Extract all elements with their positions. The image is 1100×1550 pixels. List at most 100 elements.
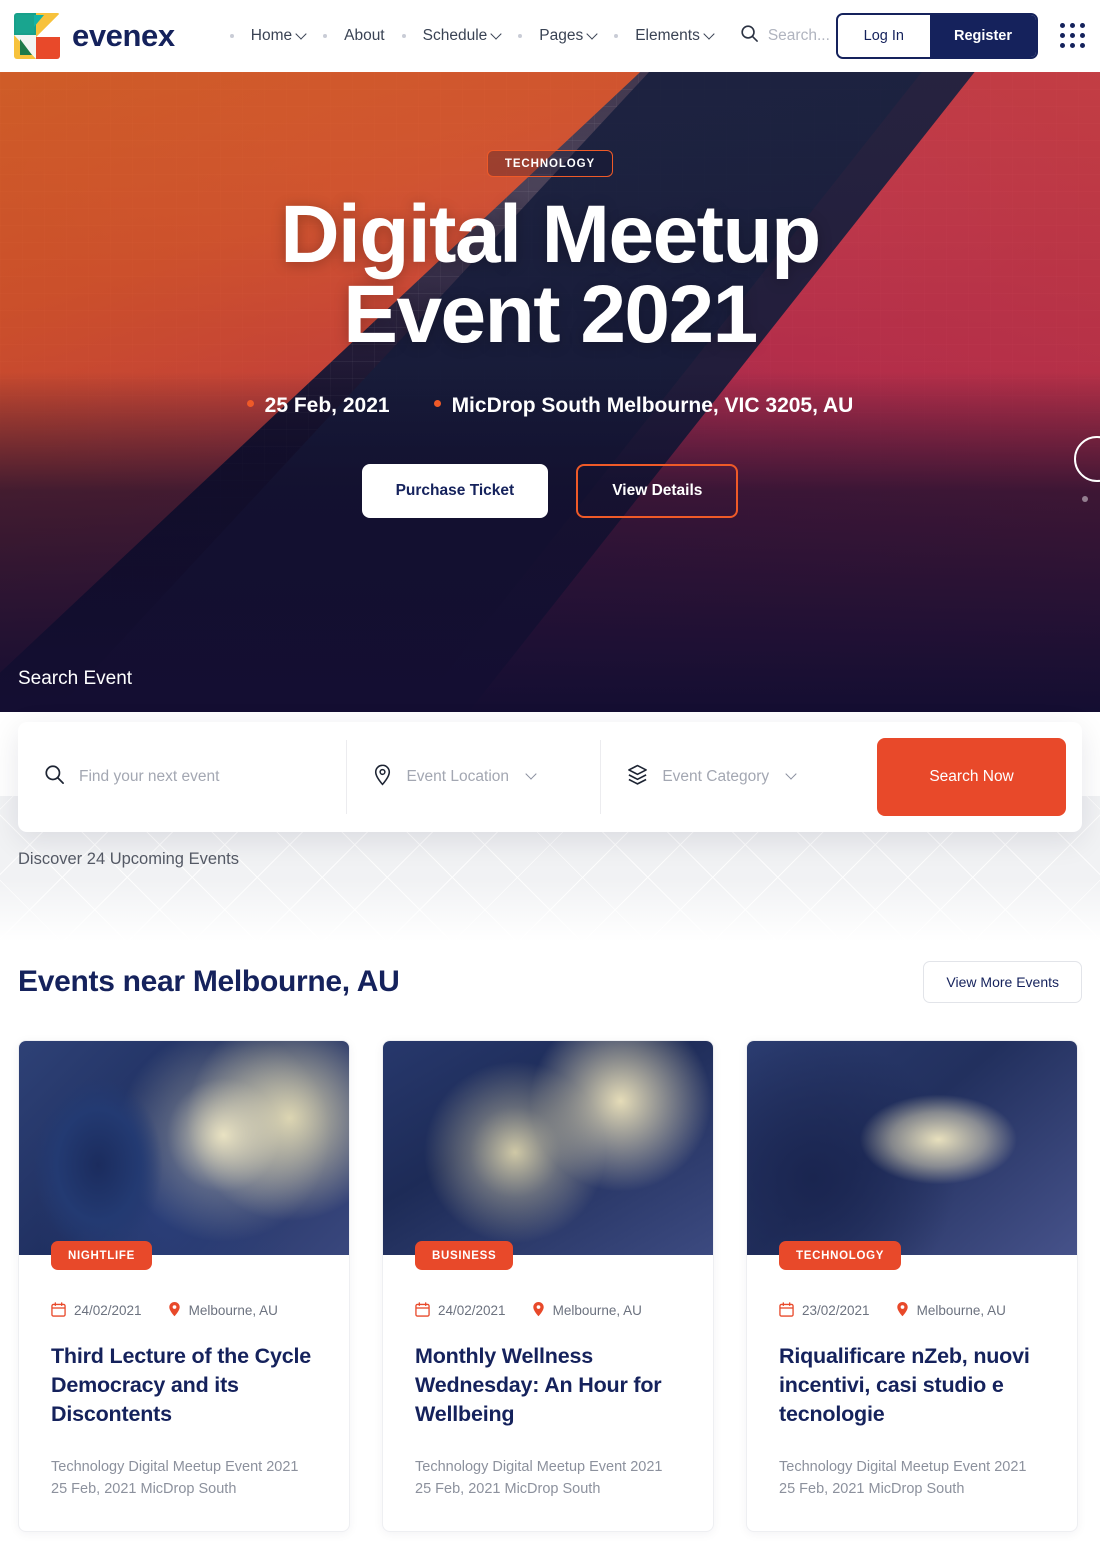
event-location: Melbourne, AU (896, 1301, 1006, 1320)
event-photo-speaker (19, 1041, 349, 1255)
chevron-down-icon (588, 30, 597, 39)
nav-item-label: Schedule (422, 27, 488, 44)
nav-item-schedule[interactable]: Schedule (415, 23, 510, 49)
event-date-text: 24/02/2021 (74, 1303, 142, 1318)
hero-meta: 25 Feb, 2021 MicDrop South Melbourne, VI… (0, 394, 1100, 418)
view-details-button[interactable]: View Details (576, 463, 739, 518)
search-category-field[interactable]: Event Category (600, 740, 877, 814)
nav-separator-dot (518, 34, 523, 38)
event-date-text: 23/02/2021 (802, 1303, 870, 1318)
chevron-down-icon (787, 773, 796, 782)
hero-date: 25 Feb, 2021 (246, 393, 390, 418)
nav-item-pages[interactable]: Pages (531, 23, 605, 49)
event-card[interactable]: NIGHTLIFE 24/02/2021 Melbourne, AU Third… (18, 1040, 350, 1532)
event-date: 24/02/2021 (51, 1301, 142, 1320)
events-section-title: Events near Melbourne, AU (18, 965, 400, 998)
event-card-body: 23/02/2021 Melbourne, AU Riqualificare n… (747, 1255, 1077, 1531)
header-search[interactable]: Search... (740, 24, 830, 48)
search-icon (44, 764, 65, 790)
search-icon (740, 24, 759, 48)
hero-title-line-1: Digital Meetup (280, 189, 821, 280)
location-pin-icon (373, 764, 392, 791)
event-card-meta: 23/02/2021 Melbourne, AU (779, 1301, 1045, 1320)
event-location: Melbourne, AU (532, 1301, 642, 1320)
event-card-description: Technology Digital Meetup Event 2021 25 … (51, 1458, 299, 1498)
event-category-badge: TECHNOLOGY (779, 1241, 902, 1270)
event-card[interactable]: TECHNOLOGY 23/02/2021 Melbourne, AU Riqu… (746, 1040, 1078, 1532)
event-date: 24/02/2021 (415, 1301, 506, 1320)
chevron-down-icon (492, 30, 501, 39)
brand-name: evenex (72, 18, 175, 53)
chevron-down-icon (527, 773, 536, 782)
search-category-placeholder: Event Category (662, 768, 770, 785)
main-nav: Home About Schedule Pages Elements Searc… (221, 23, 830, 49)
calendar-icon (779, 1301, 794, 1320)
nav-separator-dot (614, 34, 619, 38)
event-card-title[interactable]: Riqualificare nZeb, nuovi incentivi, cas… (779, 1342, 1045, 1430)
nav-separator-dot (323, 34, 328, 38)
chevron-down-icon (297, 30, 306, 39)
search-event-label: Search Event (18, 668, 133, 689)
nav-separator-dot (229, 34, 234, 38)
discover-count-text: Discover 24 Upcoming Events (18, 850, 240, 868)
pattern-fade (0, 880, 1100, 950)
calendar-icon (51, 1301, 66, 1320)
register-button[interactable]: Register (929, 15, 1036, 57)
nav-item-elements[interactable]: Elements (627, 23, 722, 49)
login-button[interactable]: Log In (837, 15, 930, 57)
event-location-text: Melbourne, AU (916, 1303, 1006, 1318)
nav-item-about[interactable]: About (336, 23, 393, 49)
evenex-logo-icon (14, 13, 60, 59)
event-category-badge: NIGHTLIFE (51, 1241, 152, 1270)
event-search-bar: Find your next event Event Location Even… (18, 722, 1082, 832)
event-card-body: 24/02/2021 Melbourne, AU Monthly Wellnes… (383, 1255, 713, 1531)
chevron-down-icon (705, 30, 714, 39)
location-pin-icon (168, 1301, 181, 1320)
event-card-description: Technology Digital Meetup Event 2021 25 … (415, 1458, 663, 1498)
auth-group: Log In Register (835, 13, 1086, 59)
event-card-meta: 24/02/2021 Melbourne, AU (51, 1301, 317, 1320)
search-location-field[interactable]: Event Location (346, 740, 600, 814)
location-pin-icon (896, 1301, 909, 1320)
location-pin-icon (532, 1301, 545, 1320)
event-card-image: NIGHTLIFE (19, 1041, 349, 1270)
hero-title: Digital Meetup Event 2021 (0, 189, 1100, 361)
event-photo-microphone (383, 1041, 713, 1255)
brand-logo[interactable]: evenex (14, 13, 175, 59)
search-keyword-field[interactable]: Find your next event (18, 740, 346, 814)
event-card[interactable]: BUSINESS 24/02/2021 Melbourne, AU Monthl… (382, 1040, 714, 1532)
search-now-button[interactable]: Search Now (877, 738, 1067, 816)
auth-buttons: Log In Register (835, 13, 1038, 59)
event-card-title[interactable]: Monthly Wellness Wednesday: An Hour for … (415, 1342, 681, 1430)
carousel-indicator-dot[interactable] (1082, 496, 1088, 502)
event-date: 23/02/2021 (779, 1301, 870, 1320)
event-date-text: 24/02/2021 (438, 1303, 506, 1318)
layers-icon (627, 764, 648, 791)
hero-banner: TECHNOLOGY Digital Meetup Event 2021 25 … (0, 72, 1100, 712)
nav-item-label: About (344, 27, 385, 44)
hero-buttons: Purchase Ticket View Details (0, 463, 1100, 518)
event-location-text: Melbourne, AU (188, 1303, 278, 1318)
purchase-ticket-button[interactable]: Purchase Ticket (361, 463, 549, 518)
header-search-placeholder: Search... (767, 27, 830, 44)
event-card-title[interactable]: Third Lecture of the Cycle Democracy and… (51, 1342, 317, 1430)
hero-title-line-2: Event 2021 (343, 269, 758, 361)
events-section: Events near Melbourne, AU View More Even… (0, 946, 1100, 1532)
calendar-icon (415, 1301, 430, 1320)
nav-separator-dot (401, 34, 406, 38)
hero-location: MicDrop South Melbourne, VIC 3205, AU (433, 394, 853, 418)
app-grid-icon[interactable] (1060, 23, 1086, 49)
event-photo-laptop-call (747, 1041, 1077, 1255)
nav-item-home[interactable]: Home (243, 23, 314, 49)
hero-category-badge: TECHNOLOGY (486, 150, 614, 177)
hero-content: TECHNOLOGY Digital Meetup Event 2021 25 … (0, 72, 1100, 518)
events-header: Events near Melbourne, AU View More Even… (18, 946, 1082, 1018)
event-card-meta: 24/02/2021 Melbourne, AU (415, 1301, 681, 1320)
event-location-text: Melbourne, AU (552, 1303, 642, 1318)
event-card-list: NIGHTLIFE 24/02/2021 Melbourne, AU Third… (18, 1040, 1082, 1532)
hero-date-text: 25 Feb, 2021 (264, 393, 390, 417)
view-more-events-button[interactable]: View More Events (923, 961, 1082, 1003)
event-card-image: TECHNOLOGY (747, 1041, 1077, 1270)
search-location-placeholder: Event Location (406, 768, 509, 785)
event-location: Melbourne, AU (168, 1301, 278, 1320)
